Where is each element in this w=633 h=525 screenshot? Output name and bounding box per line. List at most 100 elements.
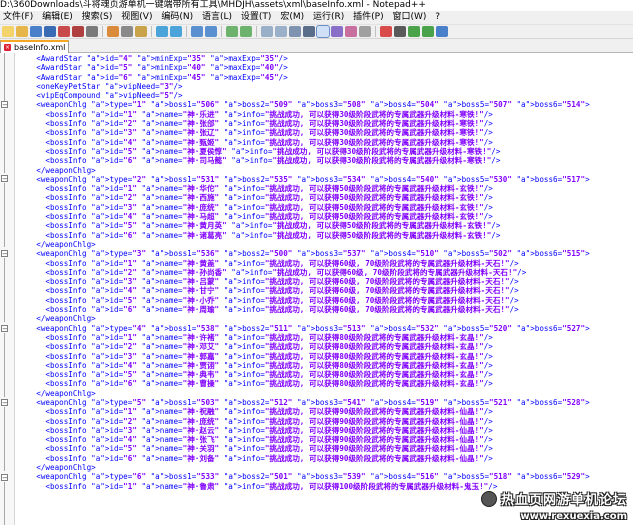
paste-icon[interactable] [135, 26, 147, 37]
code-line[interactable]: <bossInfo "a">id="1" "a">name="神·祝融" "a"… [18, 407, 590, 416]
code-line[interactable]: <weaponChlg "a">type="3" "a">boss1="536"… [18, 249, 589, 258]
code-line[interactable]: <bossInfo "a">id="4" "a">name="神·贾诩" "a"… [18, 361, 590, 370]
code-line[interactable]: <bossInfo "a">id="5" "a">name="神·夏侯惇" "a… [18, 147, 590, 156]
new-file-icon[interactable] [2, 26, 14, 37]
code-line[interactable]: <bossInfo "a">id="1" "a">name="神·乐进" "a"… [18, 110, 590, 119]
code-line[interactable]: <bossInfo "a">id="5" "a">name="神·小乔" "a"… [18, 296, 590, 305]
fold-collapse-icon[interactable]: − [1, 250, 8, 258]
undo-icon[interactable] [156, 26, 168, 37]
code-line[interactable]: <bossInfo "a">id="2" "a">name="神·西施" "a"… [18, 193, 590, 202]
stop-macro-icon[interactable] [394, 26, 406, 37]
code-line[interactable]: <bossInfo "a">id="4" "a">name="神·马超" "a"… [18, 212, 590, 221]
menu-file[interactable]: 文件(F) [0, 11, 36, 24]
play-multiple-macro-icon[interactable] [422, 26, 434, 37]
save-icon[interactable] [30, 26, 42, 37]
toolbar-separator [102, 26, 103, 37]
cut-icon[interactable] [107, 26, 119, 37]
code-line[interactable]: </weaponChlg> [18, 240, 590, 249]
code-line[interactable]: <bossInfo "a">id="1" "a">name="神·华佗" "a"… [18, 184, 590, 193]
code-line[interactable]: <bossInfo "a">id="6" "a">name="神·刘备" "a"… [18, 454, 590, 463]
code-line[interactable]: <AwardStar "a">id="6" "a">minExp="45" "a… [18, 73, 590, 82]
code-line[interactable]: <weaponChlg "a">type="2" "a">boss1="531"… [18, 175, 589, 184]
copy-icon[interactable] [121, 26, 133, 37]
menu-view[interactable]: 视图(V) [118, 11, 155, 24]
code-line[interactable]: <bossInfo "a">id="5" "a">name="神·典韦" "a"… [18, 370, 590, 379]
code-line[interactable]: <bossInfo "a">id="5" "a">name="神·关羽" "a"… [18, 444, 590, 453]
menu-search[interactable]: 搜索(S) [79, 11, 116, 24]
code-line[interactable]: <weaponChlg "a">type="6" "a">boss1="533"… [18, 472, 589, 481]
find-icon[interactable] [191, 26, 203, 37]
menu-window[interactable]: 窗口(W) [389, 11, 429, 24]
code-line[interactable]: <weaponChlg "a">type="4" "a">boss1="538"… [18, 324, 589, 333]
code-line[interactable]: <bossInfo "a">id="2" "a">name="神·庞统" "a"… [18, 417, 590, 426]
code-line[interactable]: <bossInfo "a">id="3" "a">name="神·吕蒙" "a"… [18, 277, 590, 286]
code-line[interactable]: <bossInfo "a">id="6" "a">name="神·诸葛亮" "a… [18, 231, 590, 240]
code-line[interactable]: <bossInfo "a">id="1" "a">name="神·许褚" "a"… [18, 333, 590, 342]
menu-run[interactable]: 运行(R) [310, 11, 347, 24]
code-line[interactable]: <bossInfo "a">id="3" "a">name="神·庞统" "a"… [18, 203, 590, 212]
fold-collapse-icon[interactable]: − [1, 325, 8, 333]
menu-settings[interactable]: 设置(T) [238, 11, 275, 24]
sync-scroll-h-icon[interactable] [275, 26, 287, 37]
print-icon[interactable] [86, 26, 98, 37]
code-line[interactable]: <bossInfo "a">id="4" "a">name="神·甄姬" "a"… [18, 138, 590, 147]
code-line[interactable]: <bossInfo "a">id="2" "a">name="神·张郃" "a"… [18, 119, 590, 128]
menu-encoding[interactable]: 编码(N) [158, 11, 196, 24]
menu-help[interactable]: ? [432, 11, 443, 24]
code-editor[interactable]: − − − − − − <AwardStar "a">id="4" "a">mi… [0, 53, 633, 525]
code-line[interactable]: <weaponChlg "a">type="1" "a">boss1="506"… [18, 100, 589, 109]
menu-edit[interactable]: 编辑(E) [39, 11, 76, 24]
code-lines: <AwardStar "a">id="4" "a">minExp="35" "a… [18, 54, 590, 491]
code-line[interactable]: <vipEqCompound "a">vipNeed="5"/> [18, 91, 590, 100]
record-macro-icon[interactable] [380, 26, 392, 37]
code-line[interactable]: <bossInfo "a">id="3" "a">name="神·郭嘉" "a"… [18, 352, 590, 361]
code-line[interactable]: <bossInfo "a">id="3" "a">name="神·赵云" "a"… [18, 426, 590, 435]
doc-map-icon[interactable] [345, 26, 357, 37]
open-file-icon[interactable] [16, 26, 28, 37]
fold-collapse-icon[interactable]: − [1, 474, 8, 482]
code-line[interactable]: <bossInfo "a">id="1" "a">name="神·黄盖" "a"… [18, 259, 590, 268]
close-all-icon[interactable] [72, 26, 84, 37]
code-line[interactable]: <bossInfo "a">id="3" "a">name="神·张辽" "a"… [18, 128, 590, 137]
play-macro-icon[interactable] [408, 26, 420, 37]
zoom-out-icon[interactable] [240, 26, 252, 37]
word-wrap-icon[interactable] [289, 26, 301, 37]
fold-collapse-icon[interactable]: − [1, 399, 8, 407]
code-line[interactable]: </weaponChlg> [18, 314, 590, 323]
code-line[interactable]: <weaponChlg "a">type="5" "a">boss1="503"… [18, 398, 589, 407]
menu-plugins[interactable]: 插件(P) [350, 11, 386, 24]
code-line[interactable]: </weaponChlg> [18, 166, 590, 175]
code-line[interactable]: <AwardStar "a">id="4" "a">minExp="35" "a… [18, 54, 590, 63]
redo-icon[interactable] [170, 26, 182, 37]
function-list-icon[interactable] [359, 26, 371, 37]
code-line[interactable]: <bossInfo "a">id="2" "a">name="神·邓艾" "a"… [18, 342, 590, 351]
code-line[interactable]: <bossInfo "a">id="5" "a">name="神·黄月英" "a… [18, 221, 590, 230]
code-line[interactable]: <bossInfo "a">id="6" "a">name="神·司马懿" "a… [18, 156, 590, 165]
menu-language[interactable]: 语言(L) [199, 11, 235, 24]
udl-icon[interactable] [331, 26, 343, 37]
code-line[interactable]: <bossInfo "a">id="2" "a">name="神·孙尚香" "a… [18, 268, 590, 277]
window-title: D:\360Downloads\斗将魂页游单机一键端带所有工具\MHDJH\as… [0, 0, 633, 11]
tab-close-icon[interactable]: × [4, 44, 11, 51]
save-macro-icon[interactable] [436, 26, 448, 37]
code-line[interactable]: <AwardStar "a">id="5" "a">minExp="40" "a… [18, 63, 590, 72]
code-line[interactable]: <bossInfo "a">id="4" "a">name="神·甘宁" "a"… [18, 286, 590, 295]
fold-collapse-icon[interactable]: − [1, 175, 8, 183]
code-line[interactable]: <bossInfo "a">id="6" "a">name="神·周瑜" "a"… [18, 305, 590, 314]
code-line[interactable]: </weaponChlg> [18, 389, 590, 398]
show-all-chars-icon[interactable] [303, 26, 315, 37]
fold-collapse-icon[interactable]: − [1, 101, 8, 109]
watermark: 热血页网游单机论坛 [480, 489, 627, 508]
sync-scroll-v-icon[interactable] [261, 26, 273, 37]
code-line[interactable]: <bossInfo "a">id="4" "a">name="神·张飞" "a"… [18, 435, 590, 444]
indent-guide-icon[interactable] [316, 25, 330, 38]
code-line[interactable]: </weaponChlg> [18, 463, 590, 472]
zoom-in-icon[interactable] [226, 26, 238, 37]
code-line[interactable]: <oneKeyPetStar "a">vipNeed="3"/> [18, 82, 590, 91]
save-all-icon[interactable] [44, 26, 56, 37]
menu-macro[interactable]: 宏(M) [277, 11, 307, 24]
tab-baseinfo-xml[interactable]: × baseInfo.xml [0, 40, 70, 53]
code-line[interactable]: <bossInfo "a">id="6" "a">name="神·曹操" "a"… [18, 379, 590, 388]
close-icon[interactable] [58, 26, 70, 37]
replace-icon[interactable] [205, 26, 217, 37]
